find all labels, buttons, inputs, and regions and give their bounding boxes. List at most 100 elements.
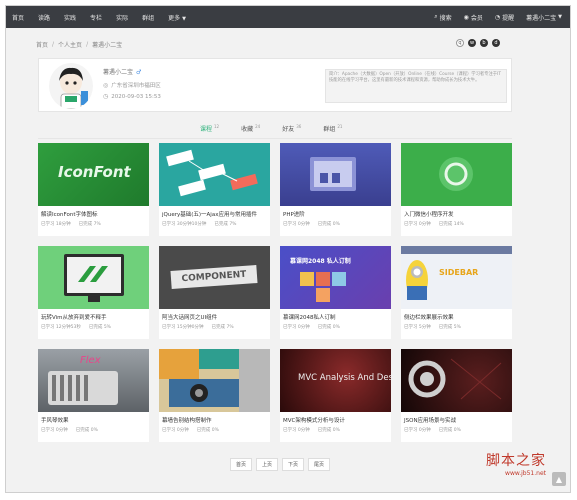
thumb-text: SIDEBAR [439,268,479,277]
course-card[interactable]: 慕课网2048 私人订制 慕课网2048私人订制 已学习 0分钟 已完成 0% [280,246,391,339]
course-progress: 已完成 0% [196,428,219,433]
course-meta: 已学习 18分钟 已完成 7% [38,218,149,227]
main-nav: 首页 读路 实践 专栏 实际 群组 更多 ▼ [12,6,200,28]
next-page-button[interactable]: 下页 [282,458,305,471]
search-icon: ⌕ [434,13,438,20]
course-card[interactable]: IconFont 解读IconFont字体图标 已学习 18分钟 已完成 7% [38,143,149,236]
search-label: 搜索 [439,14,452,22]
course-card[interactable]: MVC Analysis And Design MVC架构模式分析与设计 已学习… [280,349,391,442]
back-to-top-icon[interactable]: ▲ [552,472,566,486]
course-progress: 已完成 7% [214,222,237,227]
thumb-text: COMPONENT [170,265,258,289]
course-progress: 已完成 0% [317,428,340,433]
course-title[interactable]: 解读IconFont字体图标 [38,206,149,218]
location-icon: ◎ [103,81,109,89]
nav-item-4[interactable]: 专栏 [90,13,102,22]
top-navbar: 首页 读路 实践 专栏 实际 群组 更多 ▼ ⌕ 搜索 ◉ 会员 ◔ 提醒 薯遇小二宝 ▼ [6,6,570,28]
course-card[interactable]: PHP进阶 已学习 0分钟 已完成 0% [280,143,391,236]
watermark-url: www.jb51.net [505,470,546,477]
course-title[interactable]: 手风琴效果 [38,412,149,424]
search-button[interactable]: ⌕ 搜索 [434,13,451,22]
course-thumbnail[interactable] [38,246,149,309]
breadcrumb-profile[interactable]: 个人主页 [58,40,82,49]
wechat-icon[interactable]: w [468,39,476,47]
course-title[interactable]: JSON应用场景与实战 [401,412,512,424]
male-icon: ♂ [136,69,142,76]
course-title[interactable]: 幕墙告别结构搭制作 [159,412,270,424]
course-card[interactable]: 幕墙告别结构搭制作 已学习 0分钟 已完成 0% [159,349,270,442]
course-meta: 已学习 12分钟53秒 已完成 5% [38,321,149,330]
user-menu[interactable]: 薯遇小二宝 ▼ [526,13,564,22]
grid-illustration [300,272,346,302]
nav-item-more[interactable]: 更多 ▼ [168,13,186,22]
course-card[interactable]: jQuery基础(五)一Ajax应用与常用插件 已学习 30分钟10分钟 已完成 … [159,143,270,236]
first-page-button[interactable]: 首页 [230,458,253,471]
course-thumbnail[interactable] [159,349,270,412]
course-studied: 已学习 0分钟 [283,325,310,330]
course-meta: 已学习 0分钟 已完成 0% [401,424,512,433]
course-card[interactable]: 入门微信小程序开发 已学习 0分钟 已完成 14% [401,143,512,236]
chevron-down-icon: ▼ [558,14,562,20]
tab-friends[interactable]: 好友 36 [282,124,301,137]
course-title[interactable]: MVC架构模式分析与设计 [280,412,391,424]
course-title[interactable]: 玩转Vim从放弃到爱不释手 [38,309,149,321]
tab-count: 21 [337,124,343,129]
json-logo-image [408,358,502,400]
avatar[interactable] [49,63,93,109]
course-title[interactable]: 阿当大话网页之UI组件 [159,309,270,321]
course-card[interactable]: Flex 手风琴效果 已学习 0分钟 已完成 0% [38,349,149,442]
course-progress: 已完成 14% [438,222,464,227]
chevron-down-icon: ▼ [182,15,186,22]
breadcrumb: 首页 / 个人主页 / 薯遇小二宝 [36,40,122,49]
course-progress: 已完成 5% [438,325,461,330]
course-thumbnail[interactable] [159,143,270,206]
prev-page-button[interactable]: 上页 [256,458,279,471]
weibo-icon[interactable]: b [480,39,488,47]
course-thumbnail[interactable]: Flex [38,349,149,412]
notify-button[interactable]: ◔ 提醒 [495,13,514,22]
course-card[interactable]: JSON应用场景与实战 已学习 0分钟 已完成 0% [401,349,512,442]
course-thumbnail[interactable] [401,349,512,412]
tab-label: 课程 [200,126,213,133]
profile-tabs: 课程 12 收藏 24 好友 36 群组 21 [195,124,364,139]
course-studied: 已学习 0分钟 [404,222,431,227]
last-page-button[interactable]: 尾页 [308,458,331,471]
course-thumbnail[interactable]: IconFont [38,143,149,206]
nav-item-home[interactable]: 首页 [12,13,24,22]
course-thumbnail[interactable]: COMPONENT [159,246,270,309]
course-card[interactable]: COMPONENT 阿当大话网页之UI组件 已学习 15分钟0分钟 已完成 7% [159,246,270,339]
nav-item-2[interactable]: 读路 [38,13,50,22]
course-thumbnail[interactable]: MVC Analysis And Design [280,349,391,412]
nav-item-5[interactable]: 实际 [116,13,128,22]
flow-diagram-image [166,149,258,197]
course-card[interactable]: SIDEBAR 侧边栏效果展示效果 已学习 5分钟 已完成 5% [401,246,512,339]
vip-button[interactable]: ◉ 会员 [464,13,483,22]
course-thumbnail[interactable] [280,143,391,206]
course-progress: 已完成 0% [438,428,461,433]
minion-illustration [401,246,512,300]
course-title[interactable]: 侧边栏效果展示效果 [401,309,512,321]
breadcrumb-home[interactable]: 首页 [36,40,48,49]
tab-courses[interactable]: 课程 12 [195,124,224,139]
tab-favorites[interactable]: 收藏 24 [241,124,260,137]
course-title[interactable]: PHP进阶 [280,206,391,218]
nav-item-6[interactable]: 群组 [142,13,154,22]
douban-icon[interactable]: d [492,39,500,47]
course-studied: 已学习 0分钟 [404,428,431,433]
tab-groups[interactable]: 群组 21 [323,124,342,137]
course-studied: 已学习 0分钟 [162,428,189,433]
profile-name: 薯遇小二宝 ♂ [103,67,141,76]
qq-icon[interactable]: q [456,39,464,47]
breadcrumb-current: 薯遇小二宝 [92,42,123,49]
vip-label: 会员 [470,14,483,22]
course-thumbnail[interactable]: 慕课网2048 私人订制 [280,246,391,309]
course-title[interactable]: 慕课网2048私人订制 [280,309,391,321]
course-thumbnail[interactable]: SIDEBAR [401,246,512,309]
course-studied: 已学习 0分钟 [283,222,310,227]
nav-item-3[interactable]: 实践 [64,13,76,22]
course-thumbnail[interactable] [401,143,512,206]
course-meta: 已学习 0分钟 已完成 0% [280,424,391,433]
course-title[interactable]: jQuery基础(五)一Ajax应用与常用插件 [159,206,270,218]
course-card[interactable]: 玩转Vim从放弃到爱不释手 已学习 12分钟53秒 已完成 5% [38,246,149,339]
course-title[interactable]: 入门微信小程序开发 [401,206,512,218]
